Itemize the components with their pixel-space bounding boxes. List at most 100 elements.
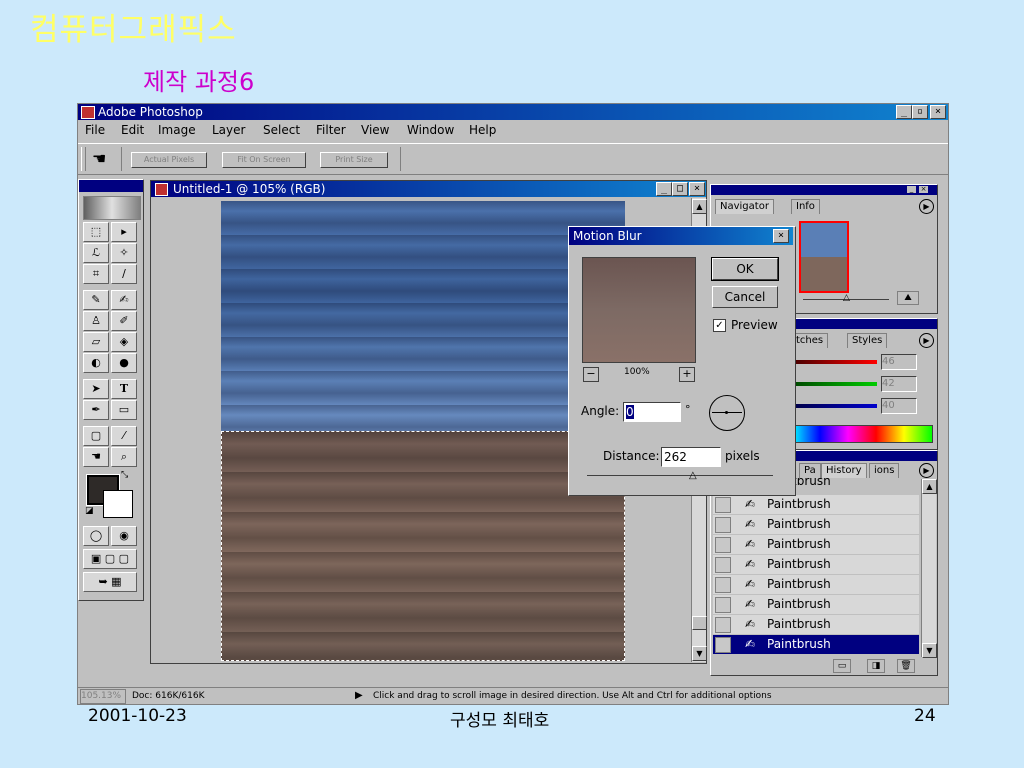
distance-input[interactable]: 262	[661, 447, 721, 467]
history-item[interactable]: ✍ Paintbrush	[713, 555, 919, 574]
menu-layer[interactable]: Layer	[212, 123, 245, 137]
blue-slider[interactable]	[791, 404, 877, 408]
green-slider[interactable]	[791, 382, 877, 386]
zoom-tool-icon[interactable]: ⌕	[111, 447, 137, 467]
new-document-icon[interactable]: ◨	[867, 659, 885, 673]
scroll-down-icon[interactable]: ▼	[922, 643, 937, 658]
move-tool-icon[interactable]: ▸	[111, 222, 137, 242]
menu-help[interactable]: Help	[469, 123, 496, 137]
history-brush-icon[interactable]: ✐	[111, 311, 137, 331]
cancel-button[interactable]: Cancel	[712, 286, 778, 308]
restore-button[interactable]: ▫	[912, 105, 928, 119]
healing-tool-icon[interactable]: ✎	[83, 290, 109, 310]
history-checkbox[interactable]	[715, 497, 731, 513]
green-value[interactable]: 42	[881, 376, 917, 392]
notes-tool-icon[interactable]: ▢	[83, 426, 109, 446]
scroll-up-icon[interactable]: ▲	[692, 199, 707, 214]
angle-input[interactable]: 0	[623, 402, 681, 422]
panel-menu-icon[interactable]: ▶	[919, 199, 934, 214]
blue-value[interactable]: 40	[881, 398, 917, 414]
actual-pixels-button[interactable]: Actual Pixels	[131, 152, 207, 168]
tab-styles[interactable]: Styles	[847, 333, 888, 348]
close-button[interactable]: ×	[930, 105, 946, 119]
tab-navigator[interactable]: Navigator	[715, 199, 774, 214]
navigator-thumbnail[interactable]	[799, 221, 849, 293]
history-item[interactable]: ✍ Paintbrush	[713, 535, 919, 554]
brush-tool-icon[interactable]: ✍	[111, 290, 137, 310]
zoom-in-button[interactable]: +	[679, 367, 695, 382]
red-slider[interactable]	[791, 360, 877, 364]
color-ramp[interactable]	[791, 425, 933, 443]
lasso-tool-icon[interactable]: ℒ	[83, 243, 109, 263]
hand-tool-icon[interactable]: ☚	[83, 447, 109, 467]
bucket-tool-icon[interactable]: ◈	[111, 332, 137, 352]
menu-image[interactable]: Image	[158, 123, 196, 137]
angle-dial[interactable]	[709, 395, 745, 431]
print-size-button[interactable]: Print Size	[320, 152, 388, 168]
history-item[interactable]: ✍ Paintbrush	[713, 495, 919, 514]
history-item[interactable]: ✍ Paintbrush	[713, 615, 919, 634]
zoom-in-icon[interactable]: ⛰	[897, 291, 919, 305]
pen-tool-icon[interactable]: ✒	[83, 400, 109, 420]
tab-info[interactable]: Info	[791, 199, 820, 214]
doc-close-button[interactable]: ×	[689, 182, 705, 196]
scroll-thumb[interactable]	[692, 616, 707, 630]
status-zoom[interactable]: 105.13%	[80, 689, 126, 704]
preview-checkbox[interactable]: ✓	[713, 319, 726, 332]
scroll-down-icon[interactable]: ▼	[692, 646, 707, 661]
type-tool-icon[interactable]: T	[111, 379, 137, 399]
blur-tool-icon[interactable]: ◐	[83, 353, 109, 373]
path-select-icon[interactable]: ➤	[83, 379, 109, 399]
menu-filter[interactable]: Filter	[316, 123, 346, 137]
new-snapshot-icon[interactable]: ▭	[833, 659, 851, 673]
default-colors-icon[interactable]: ◪	[85, 506, 94, 516]
history-item-selected[interactable]: ✍ Paintbrush	[713, 635, 919, 654]
panel-minimize-icon[interactable]: _	[907, 186, 916, 193]
tab-history[interactable]: History	[821, 463, 867, 478]
history-scrollbar[interactable]: ▲ ▼	[921, 479, 937, 658]
history-checkbox[interactable]	[715, 617, 731, 633]
menu-file[interactable]: File	[85, 123, 105, 137]
slice-tool-icon[interactable]: ∕	[111, 264, 137, 284]
eyedropper-icon[interactable]: ⁄	[111, 426, 137, 446]
marquee-tool-icon[interactable]: ⬚	[83, 222, 109, 242]
dialog-close-button[interactable]: ×	[773, 229, 789, 243]
swap-colors-icon[interactable]: ⤡	[121, 470, 128, 480]
trash-icon[interactable]: 🗑	[897, 659, 915, 673]
menu-select[interactable]: Select	[263, 123, 300, 137]
stamp-tool-icon[interactable]: ♙	[83, 311, 109, 331]
dodge-tool-icon[interactable]: ●	[111, 353, 137, 373]
distance-slider-handle[interactable]: △	[689, 470, 697, 481]
shape-tool-icon[interactable]: ▭	[111, 400, 137, 420]
jump-to-imageready-icon[interactable]: ➥ ▦	[83, 572, 137, 592]
tab-actions[interactable]: ions	[869, 463, 900, 478]
doc-minimize-button[interactable]: _	[656, 182, 672, 196]
fit-on-screen-button[interactable]: Fit On Screen	[222, 152, 306, 168]
history-checkbox[interactable]	[715, 517, 731, 533]
history-checkbox[interactable]	[715, 557, 731, 573]
history-item[interactable]: ✍ Paintbrush	[713, 515, 919, 534]
tab-swatches[interactable]: tches	[791, 333, 829, 348]
status-arrow-icon[interactable]: ▶	[355, 688, 363, 704]
history-checkbox[interactable]	[715, 577, 731, 593]
screen-mode-icon[interactable]: ▣ ▢ ▢	[83, 549, 137, 569]
background-color-swatch[interactable]	[103, 490, 133, 518]
minimize-button[interactable]: _	[896, 105, 912, 119]
filter-preview[interactable]	[582, 257, 696, 363]
image-canvas[interactable]	[221, 201, 625, 661]
panel-menu-icon[interactable]: ▶	[919, 463, 934, 478]
history-item[interactable]: ✍ Paintbrush	[713, 575, 919, 594]
ok-button[interactable]: OK	[711, 257, 779, 281]
history-checkbox[interactable]	[715, 597, 731, 613]
panel-menu-icon[interactable]: ▶	[919, 333, 934, 348]
distance-slider[interactable]	[587, 475, 773, 476]
red-value[interactable]: 46	[881, 354, 917, 370]
history-checkbox[interactable]	[715, 637, 731, 653]
menu-view[interactable]: View	[361, 123, 389, 137]
history-item[interactable]: ✍ Paintbrush	[713, 595, 919, 614]
zoom-out-button[interactable]: −	[583, 367, 599, 382]
quick-mask-icon[interactable]: ◉	[111, 526, 137, 546]
eraser-tool-icon[interactable]: ▱	[83, 332, 109, 352]
panel-close-icon[interactable]: ×	[919, 186, 928, 193]
standard-mode-icon[interactable]: ◯	[83, 526, 109, 546]
